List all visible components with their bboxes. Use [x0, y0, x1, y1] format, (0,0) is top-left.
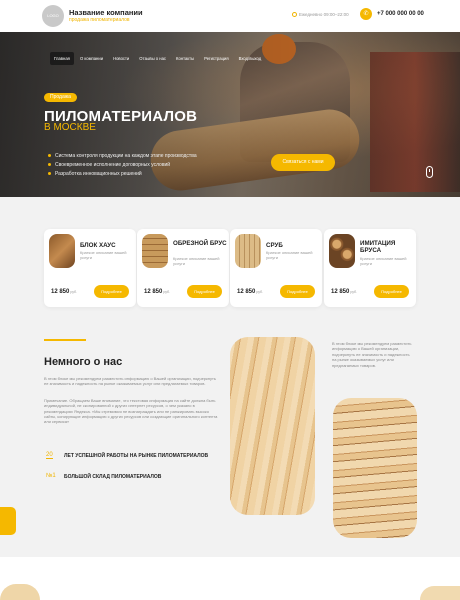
wood-decoration [0, 584, 40, 600]
work-schedule: Ежедневно 09:00–22:00 [292, 12, 349, 18]
phone-icon[interactable]: ✆ [360, 8, 372, 20]
scroll-mouse-icon[interactable] [426, 166, 433, 178]
product-image [329, 234, 355, 268]
product-price: 12 850руб. [144, 289, 171, 295]
nav-item-reviews[interactable]: Отзывы о нас [135, 52, 170, 65]
product-desc: Краткое описание вашей услуги [266, 250, 313, 260]
lumber-photo [230, 337, 315, 515]
about-paragraph: В этом блоке мы рекомендуем разместить и… [44, 376, 216, 387]
product-card[interactable]: ИМИТАЦИЯ БРУСА Краткое описание вашей ус… [324, 229, 416, 307]
product-details-button[interactable]: Подробнее [94, 285, 129, 298]
product-details-button[interactable]: Подробнее [374, 285, 409, 298]
stat-label: ЛЕТ УСПЕШНОЙ РАБОТЫ НА РЫНКЕ ПИЛОМАТЕРИА… [64, 453, 209, 459]
product-card[interactable]: СРУБ Краткое описание вашей услуги 12 85… [230, 229, 322, 307]
product-image [142, 234, 168, 268]
about-title: Немного о нас [44, 356, 123, 368]
site-header: LOGO Название компании продажа пиломатер… [0, 0, 460, 32]
product-image [49, 234, 75, 268]
product-image [235, 234, 261, 268]
hero-subtitle: В МОСКВЕ [44, 122, 96, 133]
stat-number: 20 [46, 452, 53, 459]
contact-us-button[interactable]: Связаться с нами [271, 154, 335, 171]
company-name: Название компании [69, 8, 143, 17]
product-desc: Краткое описание вашей услуги [360, 256, 407, 266]
stat-label: БОЛЬШОЙ СКЛАД ПИЛОМАТЕРИАЛОВ [64, 474, 162, 480]
product-details-button[interactable]: Подробнее [280, 285, 315, 298]
hero-badge: Продажа [44, 93, 77, 102]
section-divider [44, 339, 86, 341]
phone-number[interactable]: +7 000 000 00 00 [377, 11, 424, 17]
product-price: 12 850руб. [331, 289, 358, 295]
product-card[interactable]: ОБРЕЗНОЙ БРУС Краткое описание вашей усл… [137, 229, 229, 307]
hero-bullet: Разработка инновационных решений [48, 170, 197, 179]
product-card[interactable]: БЛОК ХАУС Краткое описание вашей услуги … [44, 229, 136, 307]
hero-bullet: Система контроля продукции на каждом эта… [48, 152, 197, 161]
nav-item-home[interactable]: Главная [50, 52, 74, 65]
schedule-text: Ежедневно 09:00–22:00 [299, 12, 349, 17]
main-nav: Главная О компании Новости Отзывы о нас … [50, 52, 300, 65]
hero-bullets: Система контроля продукции на каждом эта… [48, 152, 197, 179]
hero-bullet: Своевременное исполнение договорных усло… [48, 161, 197, 170]
product-details-button[interactable]: Подробнее [187, 285, 222, 298]
product-desc: Краткое описание вашей услуги [173, 256, 220, 266]
company-tagline: продажа пиломатериалов [69, 17, 130, 23]
product-name: ОБРЕЗНОЙ БРУС [173, 240, 227, 247]
company-logo[interactable]: LOGO [42, 5, 64, 27]
about-paragraph: Примечание. Обращаем Ваше внимание, что … [44, 398, 218, 425]
nav-item-login[interactable]: Вход/выход [235, 52, 266, 65]
clock-icon [292, 12, 297, 18]
nav-item-register[interactable]: Регистрация [200, 52, 232, 65]
about-side-text: В этом блоке мы рекомендуем разместить и… [332, 341, 412, 368]
product-price: 12 850руб. [237, 289, 264, 295]
product-name: БЛОК ХАУС [80, 242, 116, 249]
stat-number: №1 [46, 473, 56, 479]
next-section-preview [0, 578, 460, 600]
product-name: ИМИТАЦИЯ БРУСА [360, 240, 396, 254]
product-desc: Краткое описание вашей услуги [80, 250, 127, 260]
nav-item-news[interactable]: Новости [109, 52, 133, 65]
nav-item-contacts[interactable]: Контакты [172, 52, 198, 65]
product-price: 12 850руб. [51, 289, 78, 295]
side-callback-tab[interactable] [0, 507, 16, 535]
wood-decoration [420, 586, 460, 600]
product-name: СРУБ [266, 242, 283, 249]
nav-item-about[interactable]: О компании [76, 52, 107, 65]
lumber-stack-photo [333, 398, 417, 538]
